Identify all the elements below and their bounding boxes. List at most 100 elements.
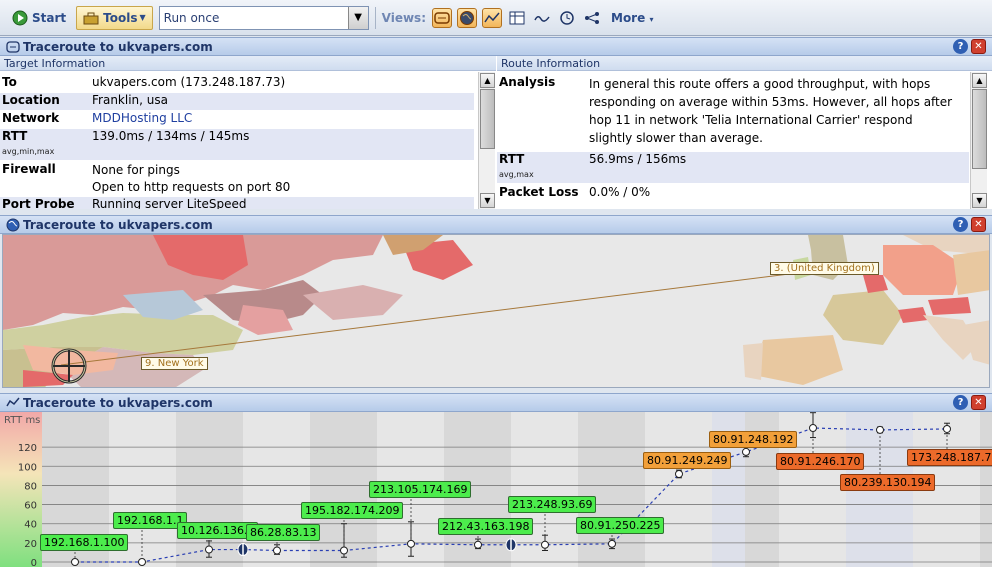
target-scrollbar[interactable]: ▲ ▼ [478,72,495,209]
network-view-icon[interactable] [582,8,602,28]
hop-label[interactable]: 80.91.249.249 [643,452,732,469]
clock-icon[interactable] [557,8,577,28]
route-row-rtt: RTT 56.9ms / 156ms avg,max [497,152,969,183]
scroll-thumb[interactable] [972,89,987,169]
hop-label[interactable]: 86.28.83.13 [246,524,321,541]
close-icon[interactable]: ✕ [971,39,986,54]
route-scrollbar[interactable]: ▲ ▼ [970,72,987,209]
tools-label: Tools [103,10,138,25]
hop-point [138,558,146,566]
summary-panel-icon [6,40,20,53]
route-info-header: Route Information [497,56,992,71]
route-map[interactable]: 3. (United Kingdom) 9. New York [2,234,990,388]
target-value: 139.0ms / 134ms / 145ms [92,129,250,143]
scroll-down-icon[interactable]: ▼ [972,193,987,208]
y-tick-label: 120 [18,443,37,454]
target-row-to: To ukvapers.com (173.248.187.73) [2,75,476,92]
chevron-down-icon: ▾ [649,14,654,24]
globe-icon [6,218,20,231]
y-tick-label: 80 [24,481,37,492]
hop-label[interactable]: 80.91.250.225 [576,517,665,534]
scroll-up-icon[interactable]: ▲ [972,73,987,88]
map-label-uk[interactable]: 3. (United Kingdom) [770,262,879,275]
scroll-down-icon[interactable]: ▼ [480,193,495,208]
network-link[interactable]: MDDHosting LLC [92,111,192,128]
target-value: Open to http requests on port 80 [92,180,291,194]
hop-label[interactable]: 80.91.248.192 [709,431,798,448]
route-key: Analysis [499,75,556,89]
target-key: Location [2,93,60,107]
target-row-rtt: RTT 139.0ms / 134ms / 145ms avg,min,max [0,129,474,160]
more-menu[interactable]: More ▾ [611,11,653,25]
scroll-thumb[interactable] [480,89,495,149]
target-row-network: Network MDDHosting LLC [2,111,476,128]
help-icon[interactable]: ? [953,217,968,232]
chevron-down-icon: ▼ [139,13,146,22]
hop-label[interactable]: 212.43.163.198 [438,518,534,535]
column-band [243,412,310,567]
help-icon[interactable]: ? [953,395,968,410]
y-axis-label: RTT ms [4,415,40,426]
graph-icon [6,397,20,406]
hop-point [71,558,79,566]
route-key: Packet Loss [499,185,579,199]
target-key: To [2,75,17,89]
route-value: 56.9ms / 156ms [589,152,687,166]
graph-view-icon[interactable] [482,7,502,28]
target-value: Running server LiteSpeed [92,197,247,209]
toolbar-divider [374,6,376,29]
hop-point [876,425,884,434]
target-key: Port Probe [2,197,75,209]
hop-point [541,540,549,549]
hop-point [474,540,482,549]
hop-point [340,546,348,555]
main-toolbar: Start Tools ▼ Run once ▼ Views: More ▾ [0,0,992,36]
map-label-new-york[interactable]: 9. New York [141,357,208,370]
poland-land [953,250,989,295]
hop-point [809,424,817,432]
start-button[interactable]: Start [8,6,70,30]
chart-panel-header: Traceroute to ukvapers.com ? ✕ [0,393,992,412]
hop-label[interactable]: 192.168.1.100 [40,534,129,551]
timeline-view-icon[interactable] [532,8,552,28]
close-icon[interactable]: ✕ [971,395,986,410]
route-row-packet-loss: Packet Loss 0.0% / 0% [499,185,967,202]
crosshair-icon [51,348,87,384]
map-view-icon[interactable] [457,7,477,28]
start-label: Start [32,10,67,25]
hop-label[interactable]: 173.248.187.73 [907,449,992,466]
rtt-chart[interactable]: 0 20 40 60 80 100 120 RTT ms 192.168.1.100 192.… [0,412,992,567]
target-value: ukvapers.com (173.248.187.73) [92,75,286,89]
hop-point [273,546,281,555]
info-panel-header: Traceroute to ukvapers.com ? ✕ [0,37,992,56]
target-row-firewall: Firewall None for pings Open to http req… [2,162,476,196]
hop-point [943,424,951,433]
hop-label[interactable]: 213.105.174.169 [369,481,472,498]
close-icon[interactable]: ✕ [971,217,986,232]
rtt-sub-label: avg,min,max [2,147,55,156]
hop-point [742,447,750,456]
more-label: More [611,10,646,25]
hop-label[interactable]: 80.91.246.170 [776,453,865,470]
chart-panel-title: Traceroute to ukvapers.com [23,395,213,410]
hop-label[interactable]: 213.248.93.69 [508,496,597,513]
views-label: Views: [381,10,426,25]
help-icon[interactable]: ? [953,39,968,54]
tools-button[interactable]: Tools ▼ [76,5,153,30]
hop-point [407,539,415,548]
y-tick-label: 20 [24,539,37,550]
hop-label[interactable]: 80.239.130.194 [840,474,936,491]
play-icon [12,10,28,25]
scroll-up-icon[interactable]: ▲ [480,73,495,88]
dropdown-arrow-icon[interactable]: ▼ [347,6,368,29]
run-mode-select[interactable]: Run once ▼ [158,5,369,30]
table-view-icon[interactable] [507,8,527,28]
hop-label[interactable]: 195.182.174.209 [301,502,404,519]
info-panel-title: Traceroute to ukvapers.com [23,39,213,54]
firewall-values: None for pings Open to http requests on … [92,162,290,196]
summary-view-icon[interactable] [432,7,452,28]
austria-land [928,297,971,315]
run-mode-value: Run once [163,10,220,25]
hop-point [675,469,683,478]
hop-point [205,545,213,554]
